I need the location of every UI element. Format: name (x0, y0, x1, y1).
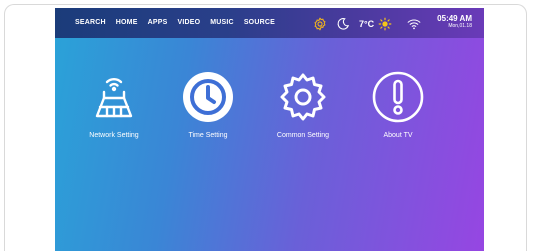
nav-home[interactable]: HOME (116, 19, 138, 26)
nav-apps[interactable]: APPS (148, 19, 168, 26)
main-nav: SEARCH HOME APPS VIDEO MUSIC SOURCE (75, 19, 275, 26)
tile-about-tv[interactable]: About TV (353, 70, 443, 139)
tv-screen: SEARCH HOME APPS VIDEO MUSIC SOURCE 7°C (55, 8, 484, 251)
clock-date: Mon,01.18 (448, 23, 472, 29)
moon-icon (336, 17, 350, 31)
tile-network-setting[interactable]: Network Setting (69, 70, 159, 139)
tile-common-setting[interactable]: Common Setting (258, 70, 348, 139)
gear-icon[interactable] (313, 17, 327, 31)
wifi-icon (407, 17, 421, 31)
tile-label: About TV (383, 132, 413, 139)
temperature: 7°C (359, 19, 375, 29)
tile-label: Network Setting (89, 132, 139, 139)
tile-label: Time Setting (188, 132, 228, 139)
nav-music[interactable]: MUSIC (210, 19, 234, 26)
tile-time-setting[interactable]: Time Setting (163, 70, 253, 139)
tile-label: Common Setting (276, 132, 330, 139)
nav-video[interactable]: VIDEO (177, 19, 200, 26)
clock: 05:49 AM Mon,01.18 (437, 14, 472, 30)
clock-time: 05:49 AM (437, 14, 472, 23)
router-icon (95, 77, 133, 118)
top-bar: SEARCH HOME APPS VIDEO MUSIC SOURCE 7°C (55, 8, 484, 38)
nav-source[interactable]: SOURCE (244, 19, 275, 26)
clock-icon (183, 72, 233, 122)
status-area: 7°C (313, 14, 430, 34)
sun-icon (378, 17, 392, 31)
nav-search[interactable]: SEARCH (75, 19, 106, 26)
info-icon (372, 71, 424, 123)
gear-icon (280, 73, 326, 121)
